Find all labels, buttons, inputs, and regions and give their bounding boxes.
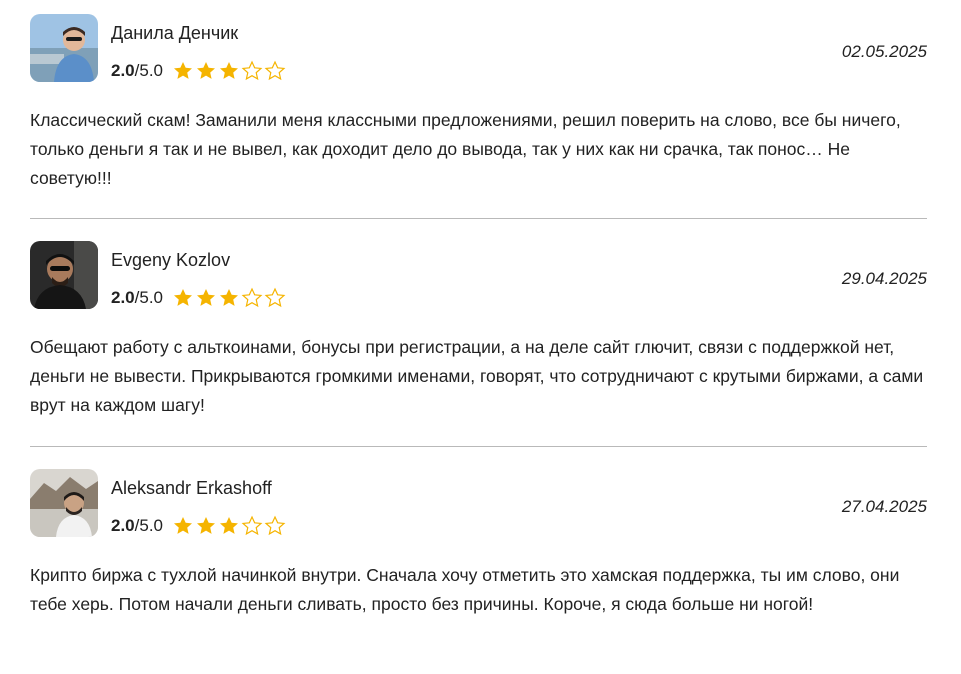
rating: 2.0 /5.0 (111, 58, 286, 84)
avatar-photo (30, 469, 98, 537)
review-date: 29.04.2025 (841, 269, 927, 288)
author-name: Evgeny Kozlov (111, 250, 231, 270)
star-filled-icon (197, 62, 215, 79)
divider (30, 218, 927, 219)
star-empty-icon (241, 287, 263, 308)
reviews-list: Данила Денчик 2.0 /5.0 02.05.2025 Класси… (0, 0, 961, 674)
rating-max: /5.0 (134, 516, 163, 535)
star-filled-icon (220, 517, 238, 534)
star-rating (172, 515, 286, 537)
author-name: Данила Денчик (111, 23, 239, 43)
avatar-photo (30, 241, 98, 309)
review-text: Крипто биржа с тухлой начинкой внутри. С… (30, 565, 900, 614)
rating-max: /5.0 (134, 61, 163, 80)
star-rating (172, 287, 286, 309)
avatar[interactable] (30, 469, 98, 537)
rating-score: 2.0 (111, 516, 135, 535)
rating-score: 2.0 (111, 61, 135, 80)
avatar[interactable] (30, 14, 98, 82)
rating: 2.0 /5.0 (111, 513, 286, 539)
rating-max: /5.0 (134, 288, 163, 307)
star-rating (172, 60, 286, 82)
star-filled-icon (220, 62, 238, 79)
review-date: 02.05.2025 (841, 42, 927, 61)
star-empty-icon (264, 515, 286, 536)
star-filled-icon (197, 517, 215, 534)
rating-score: 2.0 (111, 288, 135, 307)
star-filled-icon (220, 289, 238, 306)
avatar[interactable] (30, 241, 98, 309)
review-date: 27.04.2025 (841, 497, 927, 516)
star-empty-icon (264, 287, 286, 308)
star-empty-icon (241, 515, 263, 536)
divider (30, 446, 927, 447)
review-text: Обещают работу с альткоинами, бонусы при… (30, 337, 924, 415)
rating: 2.0 /5.0 (111, 285, 286, 311)
star-filled-icon (174, 62, 192, 79)
star-empty-icon (241, 60, 263, 81)
star-empty-icon (264, 60, 286, 81)
star-filled-icon (174, 517, 192, 534)
avatar-photo (30, 14, 98, 82)
author-name: Aleksandr Erkashoff (111, 478, 272, 498)
star-filled-icon (197, 289, 215, 306)
star-filled-icon (174, 289, 192, 306)
review-text: Классический скам! Заманили меня классны… (30, 110, 901, 188)
